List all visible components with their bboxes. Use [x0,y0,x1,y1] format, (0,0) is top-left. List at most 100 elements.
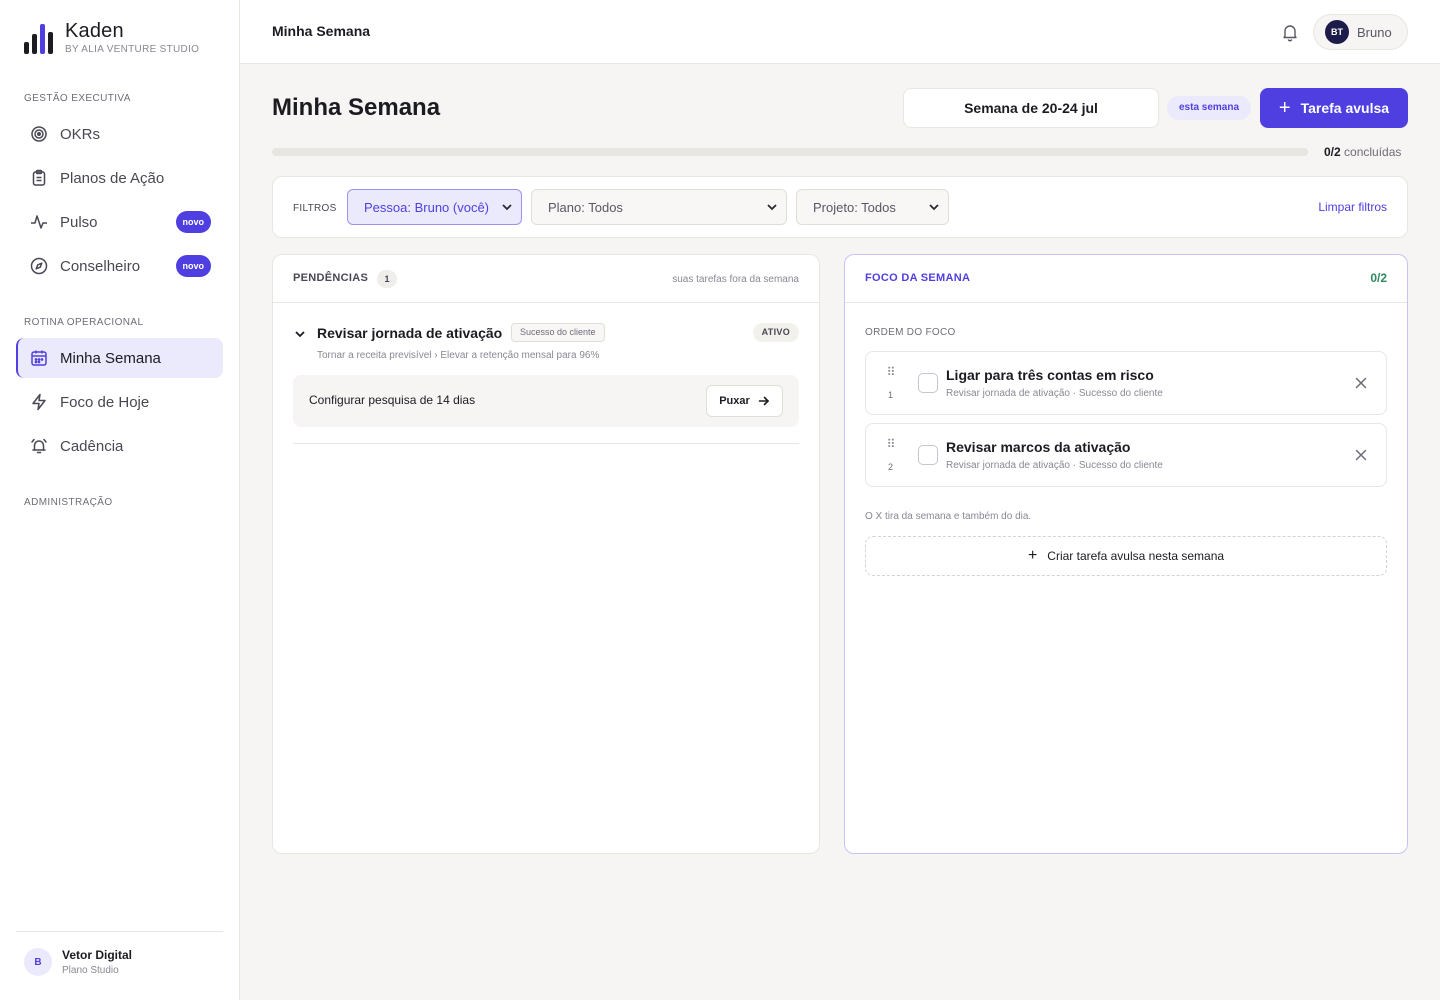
task-checkbox[interactable] [918,373,938,393]
pending-panel-header: PENDÊNCIAS 1 suas tarefas fora da semana [273,255,819,303]
task-group-breadcrumb: Tornar a receita previsível › Elevar a r… [317,350,600,361]
person-filter-value: Pessoa: Bruno (você) [364,199,490,215]
chevron-down-icon [767,204,777,211]
progress-count: 0/2 [1324,145,1341,159]
compass-icon [30,257,48,275]
filters-label: FILTROS [293,203,337,214]
focus-title: FOCO DA SEMANA [865,272,971,284]
workspace-plan: Plano Studio [62,965,119,976]
focus-order-number: 2 [888,462,894,472]
drag-handle-icon[interactable]: ⠿ [886,438,896,450]
sidebar-item-foco-de-hoje[interactable]: Foco de Hoje [16,382,223,422]
chevron-down-icon [929,204,939,211]
plan-filter-value: Plano: Todos [548,199,623,215]
arrow-right-icon [758,396,769,406]
bell-icon[interactable] [1280,22,1300,42]
kaden-logo-icon [24,22,53,54]
sidebar-item-cadencia[interactable]: Cadência [16,426,223,466]
person-filter-select[interactable]: Pessoa: Bruno (você) [347,189,522,225]
new-task-label: Tarefa avulsa [1300,100,1390,116]
focus-note: O X tira da semana e também do dia. [865,511,1032,522]
new-task-button[interactable]: + Tarefa avulsa [1260,88,1408,128]
drag-handle-icon[interactable]: ⠿ [886,366,896,378]
status-badge: ATIVO [752,323,799,342]
chevron-down-icon[interactable] [293,327,307,341]
pull-task-button[interactable]: Puxar [706,385,783,417]
avatar: BT [1325,20,1349,44]
progress-suffix: concluídas [1344,145,1402,159]
user-menu[interactable]: BT Bruno [1313,14,1408,50]
task-group-title[interactable]: Revisar jornada de ativação [317,325,502,341]
create-week-task-button[interactable]: + Criar tarefa avulsa nesta semana [865,536,1387,576]
workspace-switcher[interactable]: B Vetor Digital Plano Studio [16,931,223,976]
sidebar-item-okrs[interactable]: OKRs [16,114,223,154]
brand-subtitle: BY ALIA VENTURE STUDIO [65,44,200,55]
alarm-icon [30,437,48,455]
brand-name: Kaden [65,20,124,42]
plan-filter-select[interactable]: Plano: Todos [531,189,787,225]
pending-title: PENDÊNCIAS [293,272,369,284]
section-administracao: ADMINISTRAÇÃO [24,497,113,508]
project-filter-value: Projeto: Todos [813,199,896,215]
focus-panel: FOCO DA SEMANA 0/2 ORDEM DO FOCO ⠿ 1 Lig… [844,254,1408,854]
sidebar-item-label: OKRs [60,125,101,143]
project-filter-select[interactable]: Projeto: Todos [796,189,949,225]
pending-task-row: Configurar pesquisa de 14 dias Puxar [293,375,799,427]
close-icon[interactable] [1354,448,1368,462]
focus-item[interactable]: ⠿ 2 Revisar marcos da ativação Revisar j… [865,423,1387,487]
close-icon[interactable] [1354,376,1368,390]
sidebar-item-label: Cadência [60,437,124,455]
focus-item-title: Ligar para três contas em risco [946,367,1154,383]
pending-task-title: Configurar pesquisa de 14 dias [309,393,476,407]
user-name: Bruno [1357,24,1392,40]
target-icon [30,125,48,143]
week-picker[interactable]: Semana de 20-24 jul [903,88,1159,128]
pending-hint: suas tarefas fora da semana [672,274,799,285]
divider [293,443,799,444]
progress-label: 0/2 concluídas [1324,145,1401,159]
sidebar: Kaden BY ALIA VENTURE STUDIO GESTÃO EXEC… [0,0,240,1000]
plus-icon: + [1278,97,1291,119]
calendar-icon [30,349,48,367]
filters-bar: FILTROS Pessoa: Bruno (você) Plano: Todo… [272,176,1408,238]
section-gestao-executiva: GESTÃO EXECUTIVA [24,93,131,104]
activity-icon [30,213,48,231]
brand[interactable]: Kaden BY ALIA VENTURE STUDIO [24,20,199,55]
new-badge: novo [175,211,211,233]
workspace-avatar: B [24,948,52,976]
create-week-task-label: Criar tarefa avulsa nesta semana [1047,549,1225,563]
task-group-tag: Sucesso do cliente [511,323,605,342]
current-week-badge: esta semana [1167,96,1252,120]
clipboard-icon [30,169,48,187]
topbar-title: Minha Semana [272,23,371,39]
focus-count: 0/2 [1370,271,1387,285]
topbar: Minha Semana BT Bruno [240,0,1440,64]
pending-panel: PENDÊNCIAS 1 suas tarefas fora da semana… [272,254,820,854]
sidebar-item-label: Planos de Ação [60,169,165,187]
focus-item[interactable]: ⠿ 1 Ligar para três contas em risco Revi… [865,351,1387,415]
task-checkbox[interactable] [918,445,938,465]
clear-filters-link[interactable]: Limpar filtros [1318,200,1387,214]
focus-order-number: 1 [888,390,894,400]
sidebar-item-conselheiro[interactable]: Conselheiro novo [16,246,223,286]
chevron-down-icon [502,204,512,211]
sidebar-item-label: Foco de Hoje [60,393,150,411]
focus-item-title: Revisar marcos da ativação [946,439,1131,455]
pull-label: Puxar [719,395,750,407]
plus-icon: + [1027,547,1038,564]
lightning-icon [30,393,48,411]
focus-item-subtitle: Revisar jornada de ativação · Sucesso do… [946,460,1163,471]
workspace-name: Vetor Digital [62,948,133,962]
new-badge: novo [175,255,211,277]
sidebar-item-label: Minha Semana [60,349,161,367]
sidebar-item-planos-de-acao[interactable]: Planos de Ação [16,158,223,198]
page-title: Minha Semana [272,94,441,121]
sidebar-item-label: Pulso [60,213,98,231]
progress-bar [272,148,1308,156]
sidebar-item-label: Conselheiro [60,257,141,275]
focus-order-label: ORDEM DO FOCO [865,327,956,338]
focus-panel-header: FOCO DA SEMANA 0/2 [845,255,1407,303]
section-rotina-operacional: ROTINA OPERACIONAL [24,317,144,328]
sidebar-item-pulso[interactable]: Pulso novo [16,202,223,242]
sidebar-item-minha-semana[interactable]: Minha Semana [16,338,223,378]
